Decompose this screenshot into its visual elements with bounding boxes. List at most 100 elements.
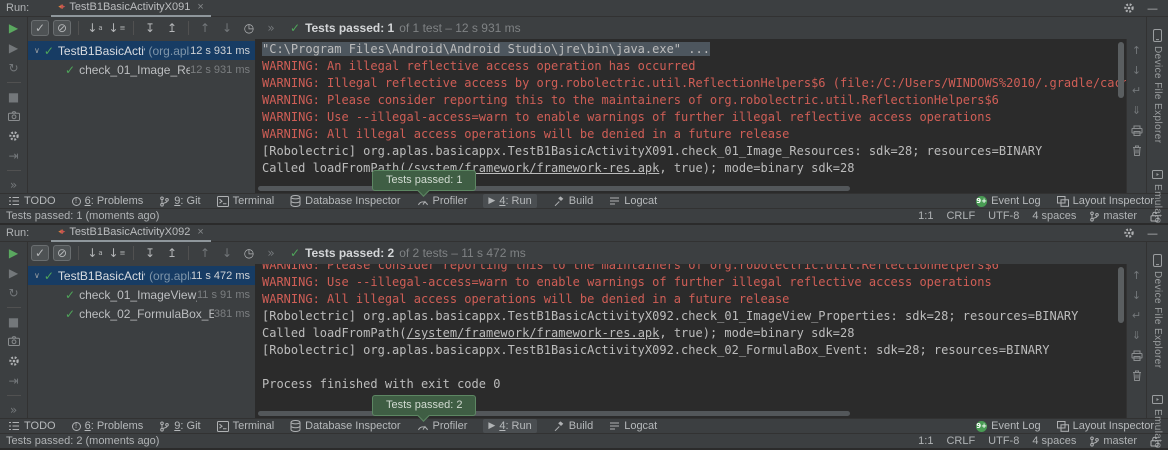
status-widget[interactable]: CRLF <box>946 435 975 447</box>
more-toolbar-icon[interactable]: » <box>262 245 280 261</box>
show-passed-toggle-icon[interactable]: ✓ <box>31 20 49 36</box>
sort-by-duration-icon[interactable]: ↓≡ <box>108 245 126 261</box>
tab-database-inspector[interactable]: Database Inspector <box>290 420 400 432</box>
show-passed-toggle-icon[interactable]: ✓ <box>31 245 49 261</box>
screenshot-icon[interactable] <box>5 108 23 124</box>
soft-wrap-icon[interactable]: ↵ <box>1129 83 1145 98</box>
toggle-auto-test-icon[interactable]: ↻ <box>5 285 23 301</box>
tab-todo[interactable]: TODO <box>8 195 56 207</box>
screenshot-icon[interactable] <box>5 333 23 349</box>
show-ignored-toggle-icon[interactable]: ⊘ <box>53 20 71 36</box>
test-history-icon[interactable]: ◷ <box>240 20 258 36</box>
clear-all-icon[interactable] <box>1129 143 1145 158</box>
toggle-auto-test-icon[interactable]: ↻ <box>5 60 23 76</box>
event-log-button[interactable]: 9+Event Log <box>976 195 1041 207</box>
close-icon[interactable]: × <box>197 1 203 13</box>
test-tree-node[interactable]: ∨✓TestB1BasicActivityX092(org.aplas.b11 … <box>28 266 255 285</box>
tab-database-inspector[interactable]: Database Inspector <box>290 195 400 207</box>
rerun-failed-tests-icon[interactable]: ▶ <box>5 265 23 281</box>
rerun-icon[interactable]: ▶ <box>5 245 23 261</box>
expand-all-icon[interactable]: ↧ <box>141 20 159 36</box>
sort-alphabetically-icon[interactable]: ↓a <box>86 20 104 36</box>
next-occurrence-icon[interactable]: ↓ <box>218 245 236 261</box>
stop-icon[interactable]: ■ <box>5 314 23 330</box>
tab-terminal[interactable]: Terminal <box>217 195 275 207</box>
previous-occurrence-icon[interactable]: ↑ <box>196 245 214 261</box>
sort-by-duration-icon[interactable]: ↓≡ <box>108 20 126 36</box>
tab-run[interactable]: ▶4: Run <box>483 419 536 433</box>
test-tree-node[interactable]: ✓check_01_Image_Resources12 s 931 ms <box>28 60 255 79</box>
tab-git[interactable]: 9: Git <box>159 420 200 432</box>
print-icon[interactable] <box>1129 123 1145 138</box>
run-tab-x092[interactable]: ◂▸ TestB1BasicActivityX092 × <box>51 225 211 242</box>
chevron-down-icon[interactable]: ∨ <box>34 46 40 55</box>
tab-logcat[interactable]: Logcat <box>609 195 657 207</box>
close-icon[interactable]: × <box>197 226 203 238</box>
git-branch-widget[interactable]: master <box>1089 435 1137 447</box>
layout-inspector-button[interactable]: Layout Inspector <box>1057 195 1154 207</box>
layout-inspector-button[interactable]: Layout Inspector <box>1057 420 1154 432</box>
prev-message-icon[interactable]: ↑ <box>1129 268 1145 283</box>
console-vscrollbar[interactable] <box>1118 42 1124 98</box>
test-tree-node[interactable]: ✓check_01_ImageView_Properties11 s 91 ms <box>28 285 255 304</box>
scroll-to-end-icon[interactable]: ⇓ <box>1129 103 1145 118</box>
tab-git[interactable]: 9: Git <box>159 195 200 207</box>
status-widget[interactable]: UTF-8 <box>988 210 1019 222</box>
console-hscrollbar[interactable] <box>258 411 850 416</box>
hide-icon[interactable]: — <box>1147 227 1158 240</box>
clear-all-icon[interactable] <box>1129 368 1145 383</box>
event-log-button[interactable]: 9+Event Log <box>976 420 1041 432</box>
rerun-icon[interactable]: ▶ <box>5 20 23 36</box>
scroll-to-end-icon[interactable]: ⇓ <box>1129 328 1145 343</box>
next-message-icon[interactable]: ↓ <box>1129 63 1145 78</box>
tab-run[interactable]: ▶4: Run <box>483 194 536 208</box>
gear-icon[interactable] <box>1123 2 1135 14</box>
test-settings-icon[interactable] <box>5 353 23 369</box>
more-options-icon[interactable]: » <box>5 402 23 418</box>
tab-todo[interactable]: TODO <box>8 420 56 432</box>
console-vscrollbar[interactable] <box>1118 267 1124 323</box>
soft-wrap-icon[interactable]: ↵ <box>1129 308 1145 323</box>
device-file-explorer-button[interactable]: Device File Explorer <box>1152 254 1163 368</box>
import-test-results-icon[interactable]: ⇥ <box>5 148 23 164</box>
prev-message-icon[interactable]: ↑ <box>1129 43 1145 58</box>
status-widget[interactable]: 4 spaces <box>1032 435 1076 447</box>
status-widget[interactable]: CRLF <box>946 210 975 222</box>
test-tree-node[interactable]: ✓check_02_FormulaBox_Event381 ms <box>28 304 255 323</box>
test-tree-node[interactable]: ∨✓TestB1BasicActivityX091(org.aplas.b12 … <box>28 41 255 60</box>
status-widget[interactable]: UTF-8 <box>988 435 1019 447</box>
tab-profiler[interactable]: Profiler <box>417 195 468 207</box>
stop-icon[interactable]: ■ <box>5 89 23 105</box>
next-message-icon[interactable]: ↓ <box>1129 288 1145 303</box>
test-history-icon[interactable]: ◷ <box>240 245 258 261</box>
tab-profiler[interactable]: Profiler <box>417 420 468 432</box>
gear-icon[interactable] <box>1123 227 1135 239</box>
tab-build[interactable]: Build <box>553 195 593 207</box>
git-branch-widget[interactable]: master <box>1089 210 1137 222</box>
run-tab-x091[interactable]: ◂▸ TestB1BasicActivityX091 × <box>51 0 211 17</box>
hide-icon[interactable]: — <box>1147 2 1158 15</box>
collapse-all-icon[interactable]: ↥ <box>163 245 181 261</box>
status-widget[interactable]: 4 spaces <box>1032 210 1076 222</box>
tab-build[interactable]: Build <box>553 420 593 432</box>
status-widget[interactable]: 1:1 <box>918 435 933 447</box>
tab-terminal[interactable]: Terminal <box>217 420 275 432</box>
tab-logcat[interactable]: Logcat <box>609 420 657 432</box>
more-options-icon[interactable]: » <box>5 177 23 193</box>
rerun-failed-tests-icon[interactable]: ▶ <box>5 40 23 56</box>
tab-problems[interactable]: !6: Problems <box>72 420 144 432</box>
console-link[interactable]: /system/framework/framework-res.apk <box>407 326 660 340</box>
sort-alphabetically-icon[interactable]: ↓a <box>86 245 104 261</box>
show-ignored-toggle-icon[interactable]: ⊘ <box>53 245 71 261</box>
print-icon[interactable] <box>1129 348 1145 363</box>
device-file-explorer-button[interactable]: Device File Explorer <box>1152 29 1163 143</box>
expand-all-icon[interactable]: ↧ <box>141 245 159 261</box>
more-toolbar-icon[interactable]: » <box>262 20 280 36</box>
test-settings-icon[interactable] <box>5 128 23 144</box>
console-hscrollbar[interactable] <box>258 186 850 191</box>
previous-occurrence-icon[interactable]: ↑ <box>196 20 214 36</box>
status-widget[interactable]: 1:1 <box>918 210 933 222</box>
chevron-down-icon[interactable]: ∨ <box>34 271 40 280</box>
collapse-all-icon[interactable]: ↥ <box>163 20 181 36</box>
tab-problems[interactable]: !6: Problems <box>72 195 144 207</box>
